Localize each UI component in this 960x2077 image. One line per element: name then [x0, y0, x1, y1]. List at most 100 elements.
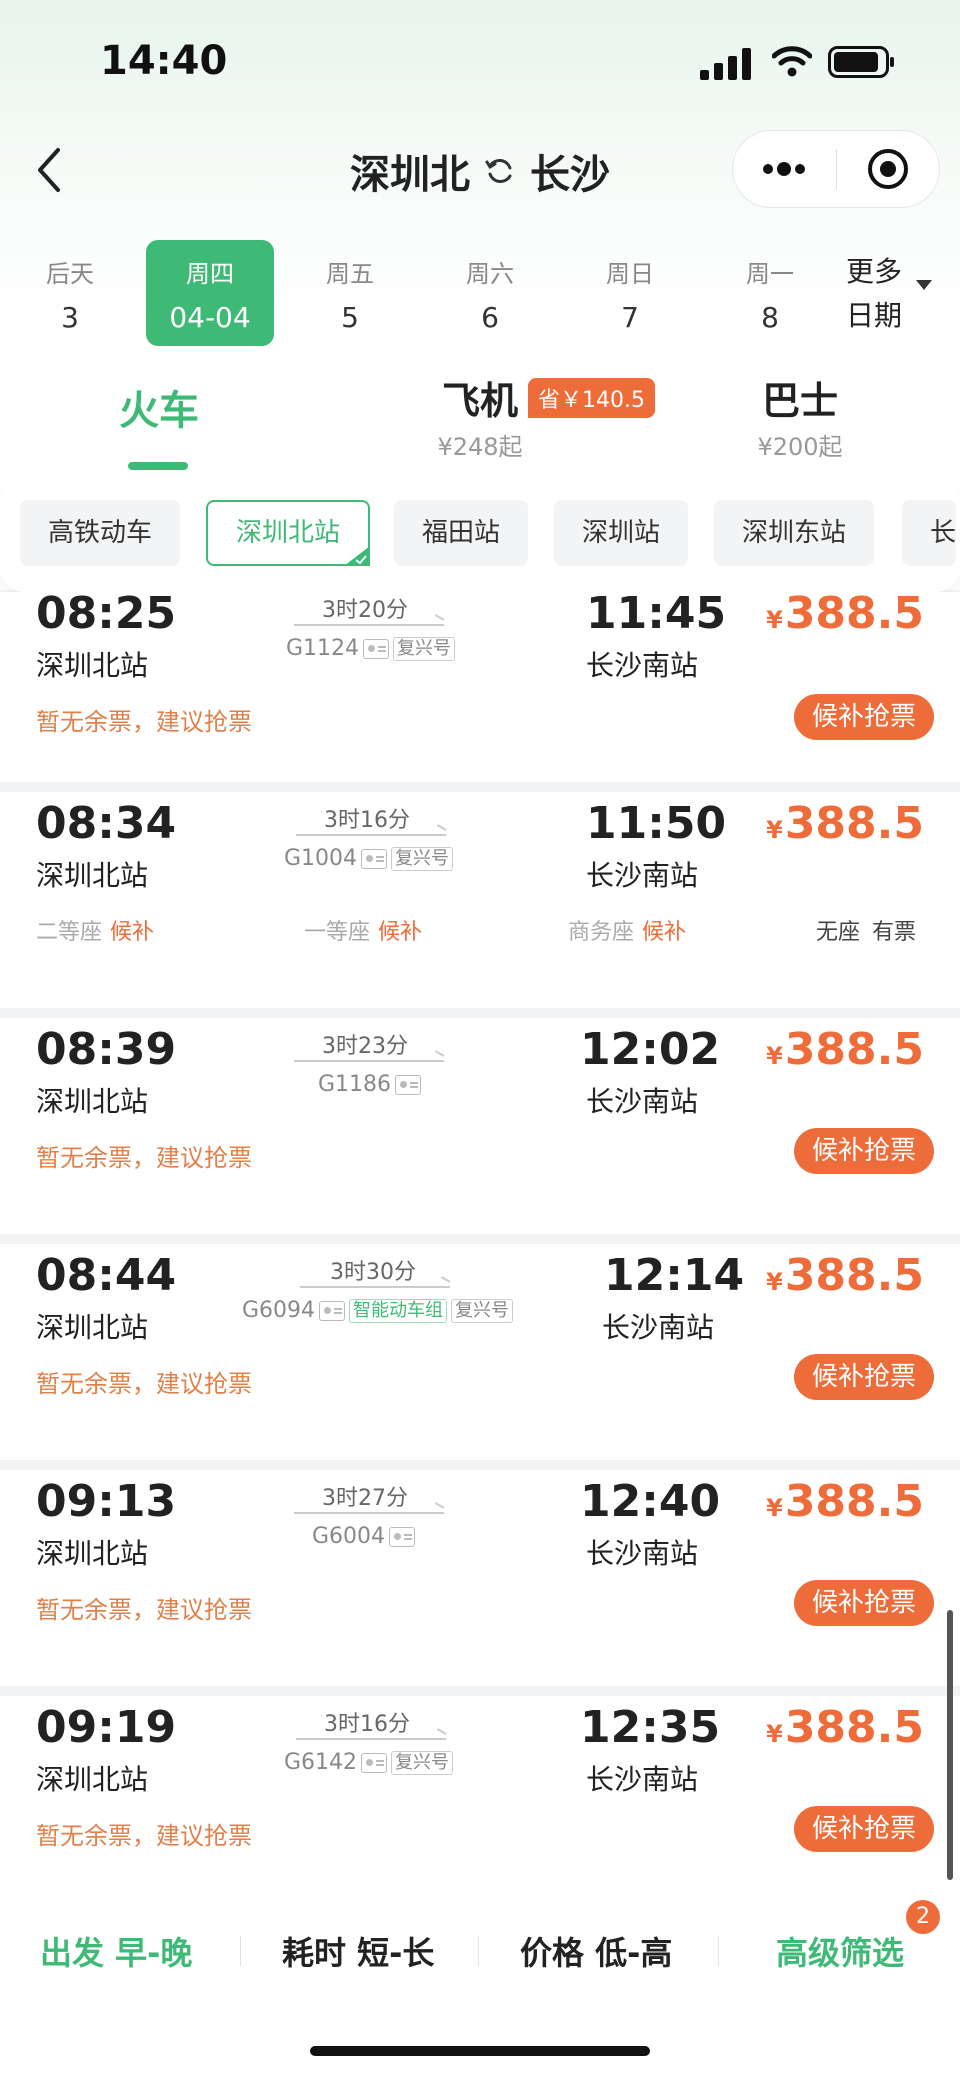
train-code: G1124 复兴号 [286, 636, 456, 661]
route-line [296, 1738, 446, 1740]
checkmark-corner-icon [344, 546, 371, 566]
seat-name: 无座 [816, 920, 861, 945]
transport-tabs: 火车 飞机 ¥248起 巴士 ¥200起 [0, 370, 960, 470]
more-dates-line1: 更多 [846, 255, 903, 288]
currency-symbol: ¥ [766, 1720, 783, 1748]
train-tag: 复兴号 [451, 1298, 514, 1323]
ticket-note: 暂无余票，建议抢票 [36, 1144, 252, 1172]
id-card-icon [395, 1074, 422, 1095]
arrival-time: 11:45 [586, 592, 727, 639]
status-time: 14:40 [100, 38, 228, 84]
more-button[interactable] [733, 130, 836, 208]
seat-standing: 无座 有票 [816, 914, 916, 946]
advanced-filter-button[interactable]: 高级筛选 [776, 1928, 904, 1974]
departure-station: 深圳北站 [36, 1085, 149, 1118]
id-card-icon [361, 848, 388, 869]
seat-status: 候补 [110, 920, 155, 945]
chip-station-selected[interactable]: 深圳北站 [206, 500, 371, 566]
nav-bar: 深圳北 长沙 [0, 130, 960, 210]
waitlist-button[interactable]: 候补抢票 [794, 1128, 934, 1174]
date-weekday: 周四 [186, 260, 234, 288]
scrollbar[interactable] [947, 1610, 953, 1880]
date-item-selected[interactable]: 周四 04-04 [146, 240, 274, 346]
price: ¥388.5 [766, 1702, 924, 1753]
caret-down-icon [916, 280, 932, 290]
price-value: 388.5 [784, 1476, 924, 1527]
duration: 3时23分 [322, 1034, 408, 1059]
close-button[interactable] [836, 130, 939, 208]
status-bar: 14:40 [0, 0, 960, 120]
route-from: 深圳北 [350, 152, 470, 198]
chip-station[interactable]: 深圳站 [554, 500, 689, 566]
more-dots-icon [763, 162, 806, 176]
id-card-icon [319, 1300, 346, 1321]
tab-flight[interactable]: 飞机 ¥248起 [420, 370, 540, 462]
date-item[interactable]: 周一 8 [706, 240, 834, 346]
route-line [296, 834, 446, 836]
route-line [294, 1512, 444, 1514]
seat-second-class: 二等座 候补 [36, 914, 154, 946]
tab-label: 巴士 [761, 379, 838, 423]
waitlist-button[interactable]: 候补抢票 [794, 1580, 934, 1626]
date-day: 7 [621, 301, 639, 334]
waitlist-button[interactable]: 候补抢票 [794, 1354, 934, 1400]
departure-station: 深圳北站 [36, 859, 149, 892]
train-code: G6094 智能动车组 复兴号 [242, 1298, 514, 1323]
currency-symbol: ¥ [766, 1042, 783, 1070]
chip-station[interactable]: 长 [902, 500, 957, 566]
arrival-time: 12:02 [580, 1024, 721, 1075]
date-day: 04-04 [169, 301, 251, 334]
sort-departure-button[interactable]: 出发 早-晚 [40, 1928, 192, 1974]
seat-name: 一等座 [304, 920, 371, 945]
train-tag: 复兴号 [391, 846, 454, 871]
sort-price-button[interactable]: 价格 低-高 [520, 1928, 672, 1974]
date-item[interactable]: 后天 3 [6, 240, 134, 346]
date-weekday: 周六 [466, 260, 514, 288]
tab-bus[interactable]: 巴士 ¥200起 [740, 370, 860, 462]
date-strip: 后天 3 周四 04-04 周五 5 周六 6 周日 7 周一 8 更多 日期 [0, 240, 960, 350]
arrival-time: 11:50 [586, 798, 727, 849]
departure-station: 深圳北站 [36, 1537, 149, 1570]
home-indicator [310, 2046, 650, 2056]
swap-icon [485, 159, 512, 183]
ticket-note: 暂无余票，建议抢票 [36, 1822, 252, 1850]
train-card[interactable]: 08:44 深圳北站 3时30分 G6094 智能动车组 复兴号 12:14 长… [0, 1244, 960, 1460]
chip-station[interactable]: 福田站 [394, 500, 529, 566]
date-weekday: 周日 [606, 260, 654, 288]
chip-station[interactable]: 深圳东站 [714, 500, 875, 566]
date-item[interactable]: 周日 7 [566, 240, 694, 346]
date-day: 3 [61, 301, 79, 334]
filter-count-badge: 2 [906, 1900, 940, 1934]
waitlist-button[interactable]: 候补抢票 [794, 1806, 934, 1852]
tab-train[interactable]: 火车 [96, 378, 222, 436]
id-card-icon [363, 638, 390, 659]
train-number: G1124 [286, 636, 360, 661]
train-number: G6142 [284, 1750, 358, 1775]
train-card[interactable]: 08:25 深圳北站 3时20分 G1124 复兴号 11:45 长沙南站 ¥3… [0, 592, 960, 782]
ticket-note: 暂无余票，建议抢票 [36, 708, 252, 736]
price: ¥388.5 [766, 1024, 924, 1075]
seat-business-class: 商务座 候补 [568, 914, 686, 946]
train-card[interactable]: 08:39 深圳北站 3时23分 G1186 12:02 长沙南站 ¥388.5… [0, 1018, 960, 1234]
arrival-station: 长沙南站 [586, 1763, 699, 1796]
chip-high-speed[interactable]: 高铁动车 [20, 500, 181, 566]
departure-station: 深圳北站 [36, 1763, 149, 1796]
price: ¥388.5 [766, 1250, 924, 1301]
waitlist-button[interactable]: 候补抢票 [794, 694, 934, 740]
sort-duration-button[interactable]: 耗时 短-长 [282, 1928, 434, 1974]
signal-icon [700, 48, 751, 80]
ticket-note: 暂无余票，建议抢票 [36, 1596, 252, 1624]
date-item[interactable]: 周六 6 [426, 240, 554, 346]
date-weekday: 周五 [326, 260, 374, 288]
departure-time: 08:34 [36, 798, 177, 849]
tab-label: 火车 [119, 388, 199, 434]
train-tag: 复兴号 [391, 1750, 454, 1775]
battery-icon [828, 46, 894, 78]
train-card[interactable]: 09:19 深圳北站 3时16分 G6142 复兴号 12:35 长沙南站 ¥3… [0, 1696, 960, 1888]
train-card[interactable]: 08:34 深圳北站 3时16分 G1004 复兴号 11:50 长沙南站 ¥3… [0, 792, 960, 1008]
date-item[interactable]: 周五 5 [286, 240, 414, 346]
train-card[interactable]: 09:13 深圳北站 3时27分 G6004 12:40 长沙南站 ¥388.5… [0, 1470, 960, 1686]
date-day: 8 [761, 301, 779, 334]
more-dates-button[interactable]: 更多 日期 [846, 250, 932, 338]
seat-name: 商务座 [568, 920, 635, 945]
